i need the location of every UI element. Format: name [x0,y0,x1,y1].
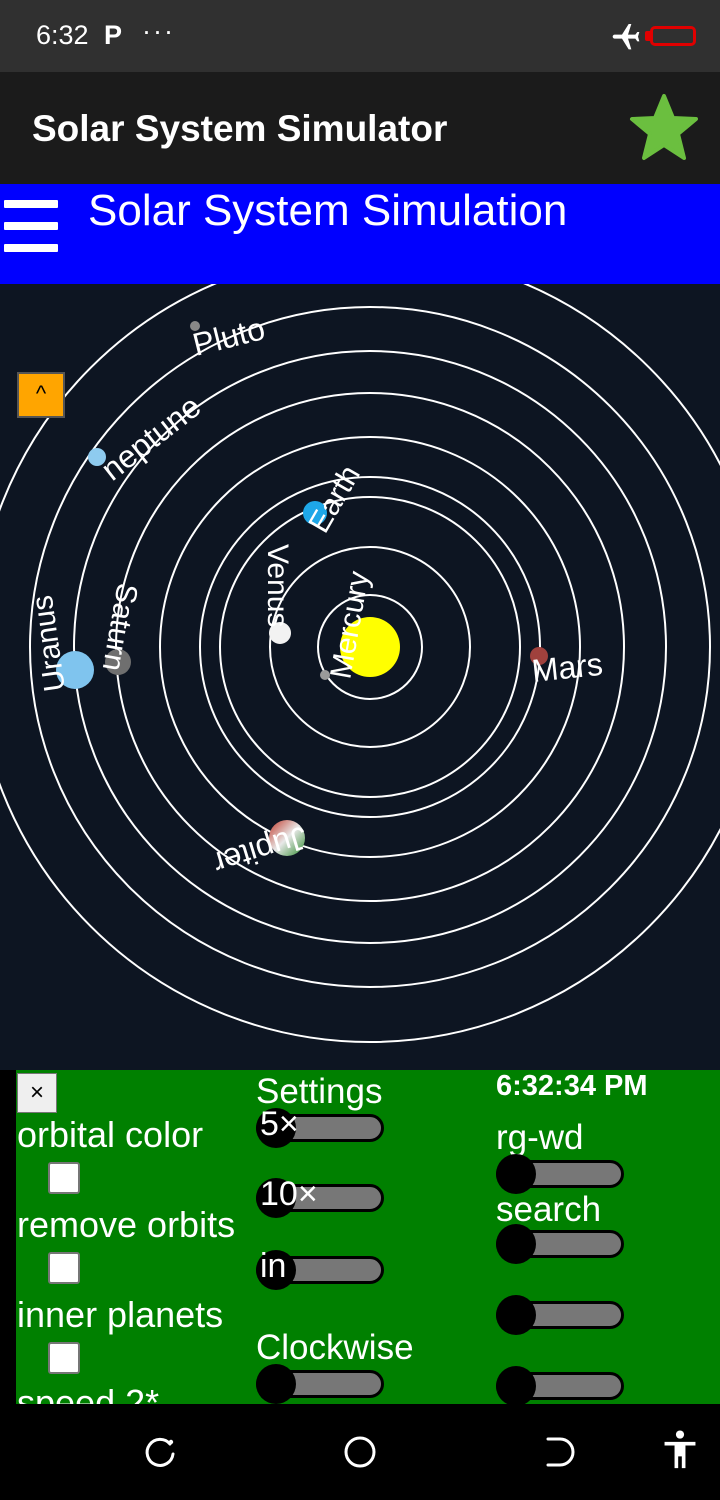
rg-wd-label: rg-wd [496,1118,584,1157]
zoom-in-slider[interactable]: in [256,1247,384,1290]
back-icon[interactable] [540,1432,580,1472]
label-jupiter: Jupiter [209,819,312,882]
orbital-color-checkbox[interactable] [48,1162,80,1194]
remove-orbits-checkbox[interactable] [48,1252,80,1284]
clockwise-slider[interactable] [256,1364,384,1404]
label-earth: Earth [302,460,366,539]
option-speed-label: speed 2* [17,1382,160,1404]
notification-p-icon: P [104,20,123,50]
search-slider[interactable] [496,1224,624,1264]
label-uranus: Uranus [26,593,72,693]
status-bar: 6:32 P ··· [0,0,720,72]
label-pluto: Pluto [189,310,268,363]
right-slider-3[interactable] [496,1295,624,1335]
option-remove-orbits-label: remove orbits [17,1204,236,1245]
option-orbital-color-label: orbital color [17,1114,204,1155]
zoom-in-label: in [260,1247,287,1285]
collapse-button[interactable]: ^ [17,372,65,418]
star-icon[interactable] [628,92,700,164]
app-title: Solar System Simulator [32,108,448,149]
status-time: 6:32 [36,20,89,50]
right-slider-4[interactable] [496,1366,624,1404]
option-inner-planets-label: inner planets [17,1294,224,1335]
inner-planets-checkbox[interactable] [48,1342,80,1374]
battery-low-icon [650,26,696,46]
speed-5x-slider[interactable]: 5× [256,1105,384,1148]
more-notifications-icon: ··· [142,16,175,46]
airplane-mode-icon [612,24,640,50]
accessibility-icon[interactable] [660,1430,700,1470]
speed-10x-label: 10× [260,1175,318,1213]
label-mars: Mars [530,646,604,689]
label-saturn: Saturn [96,581,144,674]
close-panel-button[interactable]: × [17,1073,57,1113]
recent-apps-icon[interactable] [140,1432,180,1472]
rg-wd-slider[interactable] [496,1154,624,1194]
system-nav-bar [0,1404,720,1500]
speed-10x-slider[interactable]: 10× [256,1175,384,1218]
label-neptune: neptune [94,388,207,488]
home-icon[interactable] [340,1432,380,1472]
app-bar: Solar System Simulator [0,72,720,184]
label-venus: Venus [261,544,294,627]
clock-display: 6:32:34 PM [496,1070,648,1102]
clockwise-label: Clockwise [256,1328,414,1367]
orbit-view[interactable]: Mercury Venus Earth Mars Jupiter Saturn … [0,284,720,1070]
orbit-canvas: Mercury Venus Earth Mars Jupiter Saturn … [0,284,720,1043]
settings-panel: × orbital color remove orbits inner plan… [16,1070,720,1404]
speed-5x-label: 5× [260,1105,299,1143]
simulation-title: Solar System Simulation [88,186,568,235]
hamburger-icon[interactable] [4,200,58,256]
